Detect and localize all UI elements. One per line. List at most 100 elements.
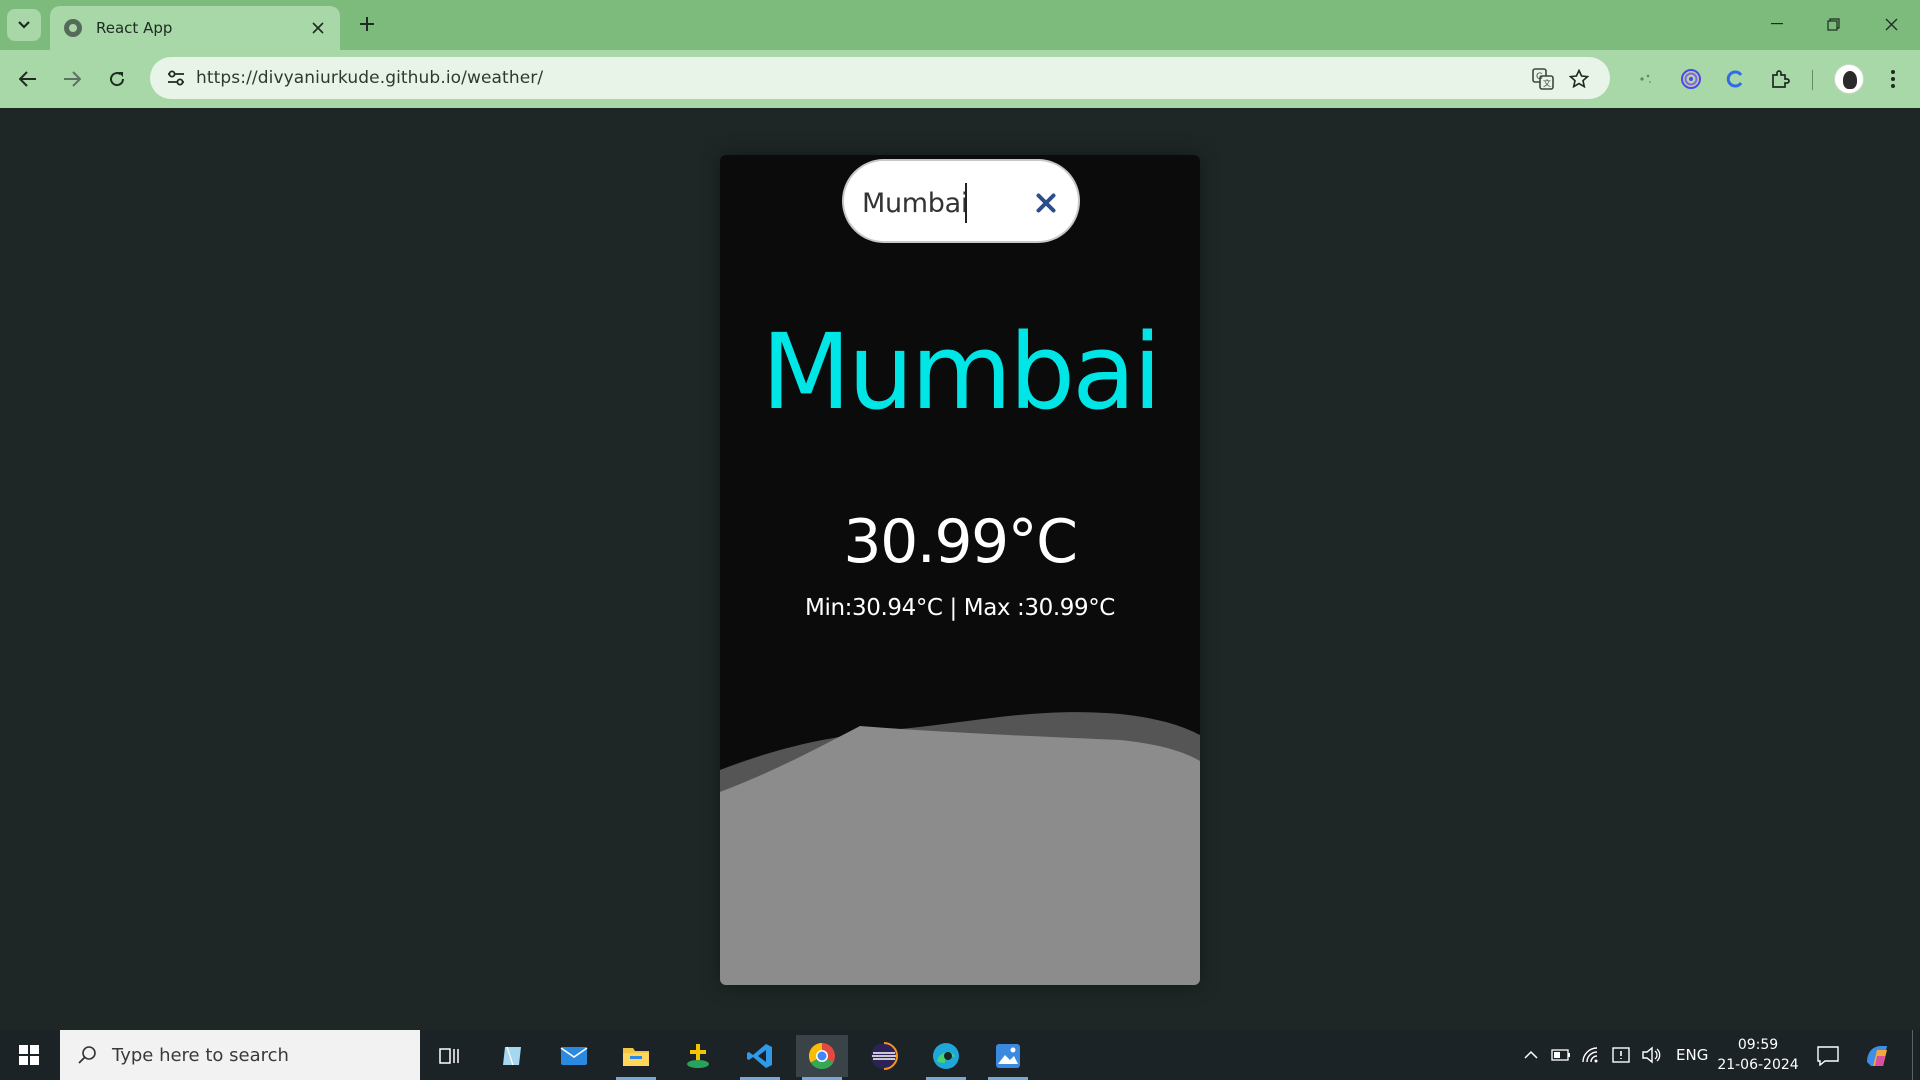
close-icon <box>312 21 324 34</box>
clock-date: 21-06-2024 <box>1717 1057 1799 1073</box>
bookmark-button[interactable] <box>1566 66 1592 92</box>
wifi-icon <box>1582 1047 1598 1063</box>
tune-icon <box>168 70 184 86</box>
vs-code-icon <box>747 1044 772 1068</box>
translate-icon: G文 <box>1532 68 1554 90</box>
star-icon <box>1569 69 1589 89</box>
translate-button[interactable]: G文 <box>1530 66 1556 92</box>
edge-icon <box>933 1043 959 1069</box>
notification-icon <box>1817 1046 1839 1066</box>
globe-icon <box>64 19 82 37</box>
taskbar-app-mail[interactable] <box>548 1035 600 1077</box>
extensions-button[interactable] <box>1763 62 1797 96</box>
reload-icon <box>110 72 125 87</box>
profile-avatar[interactable] <box>1834 64 1864 94</box>
system-clock[interactable]: 09:59 21-06-2024 <box>1716 1035 1800 1075</box>
url-text: https://divyaniurkude.github.io/weather/ <box>196 68 544 88</box>
start-button[interactable] <box>0 1030 58 1080</box>
plus-icon <box>360 17 374 31</box>
notifications-button[interactable] <box>1814 1042 1842 1070</box>
city-search-box <box>842 159 1080 243</box>
taskbar-app-file-explorer[interactable] <box>610 1035 662 1080</box>
reload-button[interactable] <box>100 62 134 96</box>
clock-time: 09:59 <box>1737 1037 1779 1053</box>
arrow-right-icon <box>64 71 81 87</box>
svg-text:G: G <box>1536 72 1543 82</box>
forward-button[interactable] <box>55 62 89 96</box>
restore-icon <box>1826 17 1840 31</box>
taskbar-app-vs-code[interactable] <box>734 1035 786 1080</box>
tab-search-button[interactable] <box>7 9 41 41</box>
show-hidden-icons-button[interactable] <box>1520 1044 1542 1066</box>
city-name: Mumbai <box>761 311 1162 433</box>
task-view-icon <box>439 1048 459 1064</box>
task-view-button[interactable] <box>424 1035 476 1077</box>
back-button[interactable] <box>11 62 45 96</box>
taskbar-search-placeholder: Type here to search <box>112 1044 289 1066</box>
puzzle-icon <box>1772 70 1790 88</box>
text-caret <box>965 183 967 223</box>
city-search-input[interactable] <box>862 181 1012 225</box>
volume-button[interactable] <box>1640 1044 1662 1066</box>
clear-search-button[interactable] <box>1028 185 1064 221</box>
search-icon <box>76 1044 98 1066</box>
notes-app-icon <box>503 1046 521 1066</box>
network-security-button[interactable] <box>1610 1044 1632 1066</box>
copilot-button[interactable] <box>1862 1041 1892 1071</box>
kebab-menu-icon <box>1891 70 1895 88</box>
close-icon <box>1036 193 1056 213</box>
folder-icon <box>623 1048 649 1066</box>
speaker-icon <box>1642 1046 1661 1064</box>
minimize-icon <box>1771 23 1783 25</box>
battery-button[interactable] <box>1550 1044 1572 1066</box>
chrome-icon <box>808 1042 835 1070</box>
mail-icon <box>560 1047 588 1065</box>
new-tab-button[interactable] <box>352 9 382 39</box>
tab-close-button[interactable] <box>308 19 328 38</box>
photos-icon <box>996 1044 1020 1068</box>
taskbar-app-tool[interactable] <box>672 1035 724 1077</box>
extension-sparkle-button[interactable] <box>1629 62 1663 96</box>
taskbar-app-chrome[interactable] <box>796 1035 848 1080</box>
chevron-down-icon <box>18 21 30 29</box>
windows-taskbar: Type here to search ENG 09:59 21-06-2024 <box>0 1030 1920 1080</box>
chevron-up-icon <box>1524 1050 1538 1059</box>
min-max-temperature: Min:30.94°C | Max :30.99°C <box>805 595 1115 621</box>
close-window-button[interactable] <box>1868 8 1914 40</box>
address-bar[interactable]: https://divyaniurkude.github.io/weather/… <box>150 57 1610 99</box>
browser-menu-button[interactable] <box>1876 62 1910 96</box>
wifi-button[interactable] <box>1580 1044 1602 1066</box>
toolbar-separator <box>1812 70 1813 90</box>
input-language[interactable]: ENG <box>1676 1046 1708 1064</box>
windows-logo-icon <box>19 1045 39 1065</box>
restore-button[interactable] <box>1810 8 1856 40</box>
taskbar-app-photos[interactable] <box>982 1035 1034 1080</box>
browser-tab[interactable]: React App <box>50 6 340 50</box>
taskbar-app-edge[interactable] <box>920 1035 972 1080</box>
browser-toolbar: https://divyaniurkude.github.io/weather/… <box>0 50 1920 108</box>
minimize-button[interactable] <box>1754 8 1800 40</box>
current-temperature: 30.99°C <box>843 507 1078 577</box>
taskbar-app-eclipse[interactable] <box>858 1035 910 1077</box>
app-tool-icon <box>687 1044 709 1068</box>
battery-icon <box>1551 1049 1570 1061</box>
copilot-icon <box>1867 1046 1887 1066</box>
letter-c-icon <box>1726 70 1743 88</box>
spiral-icon <box>1681 69 1701 89</box>
close-icon <box>1885 18 1897 30</box>
taskbar-search-box[interactable]: Type here to search <box>60 1030 420 1080</box>
eclipse-icon <box>871 1042 898 1070</box>
tab-title: React App <box>96 19 173 37</box>
weather-card: Mumbai 30.99°C Min:30.94°C | Max :30.99°… <box>720 155 1200 985</box>
show-desktop-button[interactable] <box>1912 1030 1913 1080</box>
page-viewport: Mumbai 30.99°C Min:30.94°C | Max :30.99°… <box>0 108 1920 1030</box>
browser-tab-strip: React App <box>0 0 1920 50</box>
sparkle-icon <box>1640 74 1652 84</box>
site-info-button[interactable] <box>164 66 188 90</box>
extension-c-button[interactable] <box>1718 62 1752 96</box>
svg-text:文: 文 <box>1543 78 1551 88</box>
arrow-left-icon <box>19 71 36 87</box>
shield-icon <box>1612 1047 1630 1063</box>
extension-chromatic-button[interactable] <box>1674 62 1708 96</box>
taskbar-app-notes[interactable] <box>486 1035 538 1077</box>
